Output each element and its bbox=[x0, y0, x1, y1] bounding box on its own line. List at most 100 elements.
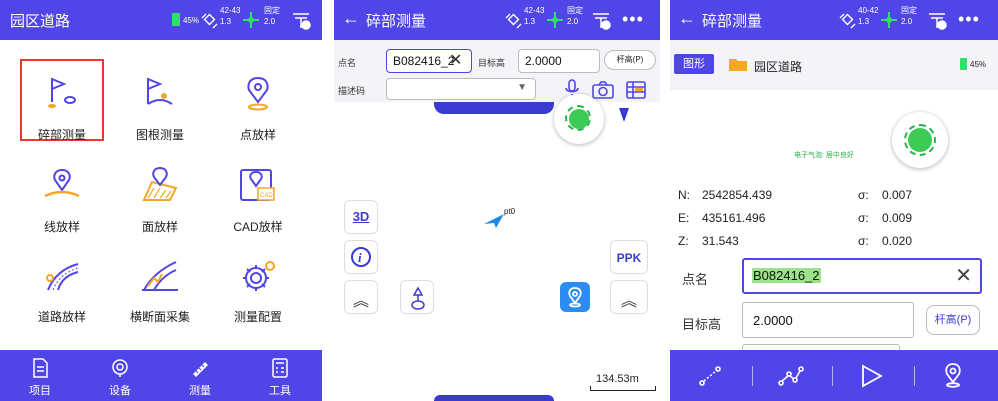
attribute-table-icon[interactable] bbox=[626, 81, 646, 99]
play-icon[interactable] bbox=[860, 364, 884, 388]
receiver-icon[interactable] bbox=[290, 9, 312, 31]
view-3d-button[interactable]: 3D bbox=[344, 200, 378, 234]
info-icon: i bbox=[351, 247, 371, 267]
dropdown-icon[interactable]: ▼ bbox=[517, 82, 527, 93]
tab-graphic[interactable]: 图形 bbox=[674, 54, 714, 74]
fix-value: 2.0 bbox=[901, 17, 913, 26]
pole-button[interactable] bbox=[400, 280, 434, 314]
back-arrow-icon[interactable]: ← bbox=[342, 8, 360, 28]
nav-tools[interactable]: 工具 bbox=[240, 350, 320, 401]
more-icon[interactable]: ••• bbox=[622, 9, 644, 30]
satellite-pdop: 1.3 bbox=[858, 17, 870, 26]
point-name-field[interactable]: B082416_2 ✕ bbox=[742, 258, 982, 294]
chevron-up-icon: ︽ bbox=[620, 293, 637, 310]
grid-item-label: 测量配置 bbox=[233, 310, 282, 324]
fix-status: 固定 bbox=[264, 6, 280, 15]
point-name-label: 点名 bbox=[338, 58, 357, 68]
pole-height-button[interactable]: 杆高(P) bbox=[604, 50, 656, 70]
flag-route-icon bbox=[147, 78, 173, 105]
point-name-field[interactable]: B082416_2 ✕ bbox=[386, 49, 472, 73]
map-pin-icon bbox=[568, 287, 582, 308]
stake-pin-button[interactable] bbox=[560, 282, 590, 312]
satellite-icon bbox=[505, 13, 522, 29]
satellite-pdop: 1.3 bbox=[524, 17, 536, 26]
satellite-count: 40-42 bbox=[858, 6, 879, 15]
bubble-center bbox=[569, 109, 589, 129]
detail-survey-map-screen: ← 碎部测量 42-43 1.3 固定 2.0 ••• 点名 B082416_2… bbox=[334, 0, 660, 401]
grid-item-label: 道路放样 bbox=[37, 310, 86, 324]
screen-title: 碎部测量 bbox=[702, 13, 763, 30]
svg-text:i: i bbox=[358, 250, 362, 265]
area-stakeout-icon bbox=[142, 166, 178, 201]
pole-height-button[interactable]: 杆高(P) bbox=[926, 305, 980, 335]
point-name-value: B082416_2 bbox=[752, 268, 821, 283]
nav-device[interactable]: 设备 bbox=[80, 350, 160, 401]
battery-level: 45% bbox=[183, 16, 200, 25]
ppk-button[interactable]: PPK bbox=[610, 240, 648, 274]
camera-icon[interactable] bbox=[592, 81, 614, 99]
top-bar: ← 碎部测量 42-43 1.3 固定 2.0 ••• bbox=[334, 0, 660, 40]
top-drawer-handle[interactable] bbox=[434, 102, 554, 114]
receiver-icon[interactable] bbox=[926, 9, 948, 31]
sigma-z-label: σ: bbox=[858, 234, 869, 248]
map-view[interactable]: 3D i ︽ pt0 PPK ︽ 134.53m bbox=[334, 94, 660, 401]
grid-item-survey-config[interactable]: 测量配置 bbox=[210, 240, 306, 330]
detail-survey-info-screen: ← 碎部测量 40-42 1.3 固定 2.0 ••• 图形 园区道路 45% … bbox=[670, 0, 998, 401]
grid-item-line-stakeout[interactable]: 线放样 bbox=[14, 150, 110, 240]
nav-label: 工具 bbox=[269, 385, 291, 397]
chevron-up-icon: ︽ bbox=[352, 293, 369, 310]
target-height-field[interactable]: 2.0000 bbox=[742, 302, 914, 338]
grid-item-detail-survey[interactable]: 碎部测量 bbox=[14, 58, 110, 148]
bottom-nav: 项目 设备 测量 工具 bbox=[0, 350, 322, 401]
scale-bar bbox=[590, 386, 656, 391]
top-bar: 园区道路 45% 42-43 1.3 固定 2.0 bbox=[0, 0, 322, 40]
screen-title: 碎部测量 bbox=[366, 13, 427, 30]
grid-item-area-stakeout[interactable]: 面放样 bbox=[112, 150, 208, 240]
satellite-pdop: 1.3 bbox=[220, 17, 232, 26]
clear-icon[interactable]: ✕ bbox=[955, 263, 972, 288]
point-name-value: B082416_2 bbox=[393, 54, 455, 68]
road-stakeout-icon bbox=[46, 263, 79, 291]
grid-item-road-stakeout[interactable]: 道路放样 bbox=[14, 240, 110, 330]
grid-item-point-stakeout[interactable]: 点放样 bbox=[210, 58, 306, 148]
document-icon bbox=[33, 358, 48, 378]
sigma-z-value: 0.020 bbox=[882, 234, 913, 248]
flag-points-icon bbox=[48, 78, 76, 108]
folder-icon bbox=[729, 59, 747, 71]
grid-item-control-survey[interactable]: 图根测量 bbox=[112, 58, 208, 148]
folder-name: 园区道路 bbox=[754, 60, 803, 74]
map-pin-icon[interactable] bbox=[942, 362, 964, 388]
grid-item-label: 图根测量 bbox=[135, 128, 184, 142]
collapse-right-button[interactable]: ︽ bbox=[610, 280, 648, 314]
grid-item-cross-section[interactable]: 横断面采集 bbox=[112, 240, 208, 330]
fix-status-icon bbox=[243, 12, 259, 28]
collapse-left-button[interactable]: ︽ bbox=[344, 280, 378, 314]
cad-stakeout-icon: CAD bbox=[240, 169, 275, 201]
fix-value: 2.0 bbox=[264, 17, 276, 26]
target-height-field[interactable]: 2.0000 bbox=[518, 49, 600, 73]
polyline-icon[interactable] bbox=[778, 364, 804, 388]
satellite-icon bbox=[839, 13, 856, 29]
fix-status-icon bbox=[881, 12, 897, 28]
cross-section-icon bbox=[142, 261, 178, 291]
bottom-drawer-handle[interactable] bbox=[434, 395, 554, 401]
gear-settings-icon bbox=[243, 261, 275, 291]
battery-icon bbox=[960, 58, 967, 70]
nav-measure[interactable]: 测量 bbox=[160, 350, 240, 401]
info-button[interactable]: i bbox=[344, 240, 378, 274]
clear-icon[interactable]: ✕ bbox=[449, 50, 462, 70]
more-icon[interactable]: ••• bbox=[958, 9, 980, 30]
fix-status: 固定 bbox=[567, 6, 583, 15]
grid-item-label: 线放样 bbox=[43, 220, 80, 234]
ppk-label: PPK bbox=[616, 251, 642, 265]
grid-item-cad-stakeout[interactable]: CAD CAD放样 bbox=[210, 150, 306, 240]
nav-project[interactable]: 项目 bbox=[0, 350, 80, 401]
sigma-n-value: 0.007 bbox=[882, 188, 913, 202]
back-arrow-icon[interactable]: ← bbox=[678, 8, 696, 28]
point-line-icon[interactable] bbox=[698, 364, 722, 388]
view-3d-label: 3D bbox=[352, 209, 370, 224]
grid-item-label: 碎部测量 bbox=[37, 128, 86, 142]
description-code-field[interactable]: ▼ bbox=[386, 78, 536, 100]
map-pin-icon bbox=[247, 76, 269, 111]
receiver-icon[interactable] bbox=[590, 9, 612, 31]
